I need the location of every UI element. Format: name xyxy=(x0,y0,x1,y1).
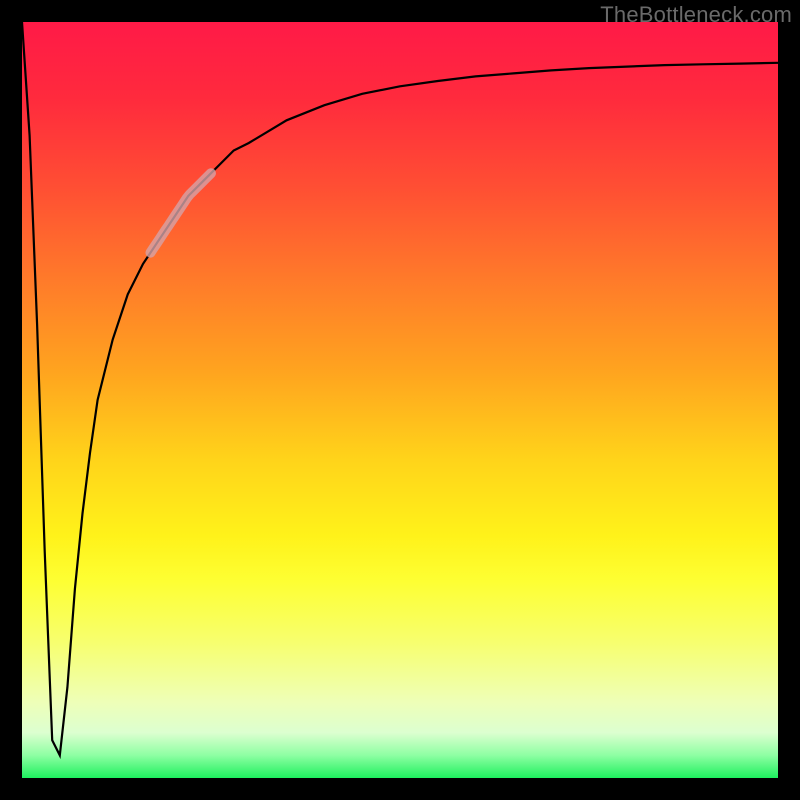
bottleneck-curve xyxy=(22,22,778,755)
watermark-text: TheBottleneck.com xyxy=(600,2,792,28)
curve-layer xyxy=(22,22,778,778)
highlight-segment xyxy=(151,173,212,252)
chart-root: TheBottleneck.com xyxy=(0,0,800,800)
